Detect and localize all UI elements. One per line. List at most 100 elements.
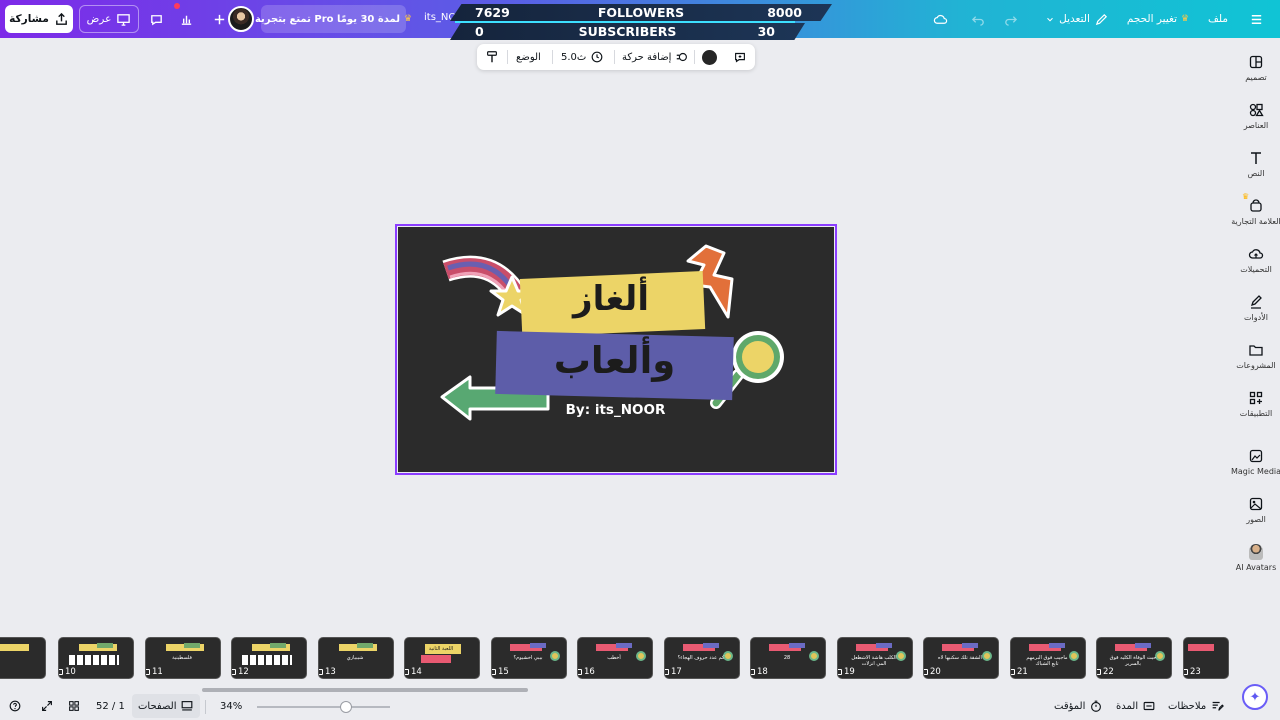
sidebar-item-label: العناصر (1243, 121, 1269, 130)
page-number: 21 (1017, 667, 1028, 677)
slide-title-line1[interactable]: ألغاز (521, 279, 701, 319)
expand-icon (42, 701, 52, 711)
timer-button[interactable]: المؤقت (1054, 694, 1103, 718)
followers-overlay: 7629 FOLLOWERS 8000 0 SUBSCRIBERS 30 (450, 4, 832, 42)
zoom-value[interactable]: 34% (220, 694, 242, 718)
pages-toggle-button[interactable]: الصفحات (132, 694, 201, 718)
design-icon (1249, 55, 1263, 69)
sidebar-item-photos[interactable]: الصور (1232, 490, 1280, 534)
sidebar-item-elements[interactable]: العناصر (1232, 96, 1280, 140)
zoom-slider-handle[interactable] (340, 701, 352, 713)
page-caption: ماجيب فوق البرمهم تابع الشباك (1026, 655, 1068, 667)
followers-goal: 8000 (767, 5, 802, 20)
edit-mode-button[interactable]: التعديل (1040, 5, 1114, 33)
avatar[interactable] (228, 6, 254, 32)
comment-button[interactable] (144, 5, 168, 33)
grid-view-button[interactable] (67, 694, 81, 718)
grid-icon (69, 701, 79, 711)
present-label: عرض (86, 13, 112, 25)
sidebar-item-label: المشروعات (1236, 361, 1276, 370)
redo-button[interactable] (998, 5, 1022, 33)
page-thumbnail[interactable]: حيث الوفاة الكليه قوق بالسرير 22 (1096, 637, 1172, 679)
zoom-slider-track[interactable] (257, 706, 390, 708)
crown-icon: ♛ (1181, 14, 1190, 24)
page-number: 16 (584, 667, 595, 677)
page-thumbnail[interactable]: الكلب هاشة الاشطعل المي انزلات 19 (837, 637, 913, 679)
sidebar-item-projects[interactable]: المشروعات (1232, 336, 1280, 380)
horizontal-scrollbar[interactable] (202, 688, 528, 692)
undo-button[interactable] (966, 5, 990, 33)
subscribers-goal: 30 (757, 24, 775, 39)
file-menu-label: ملف (1208, 13, 1228, 25)
page-thumbnail[interactable]: الشقة تلك سكنيها لاه 20 (923, 637, 999, 679)
chevron-down-icon (1047, 17, 1053, 21)
divider (614, 50, 615, 64)
page-thumbnail[interactable]: ماجيب فوق البرمهم تابع الشباك 21 (1010, 637, 1086, 679)
page-thumbnail[interactable]: أخطب 16 (577, 637, 653, 679)
magic-media-icon (1249, 449, 1263, 463)
slide-canvas[interactable]: ألغاز وألعاب By: its_NOOR (398, 227, 834, 472)
redo-icon (1004, 15, 1017, 26)
duration-button[interactable]: المدة (1116, 694, 1156, 718)
page-thumbnail[interactable]: فلسطينية 11 (145, 637, 221, 679)
pro-trial-button[interactable]: تمتع بتجربة Pro لمدة 30 يومًا ♛ (255, 5, 412, 33)
page-thumbnail[interactable]: 23 (1183, 637, 1229, 679)
sidebar-item-label: الأدوات (1244, 313, 1268, 322)
sidebar-item-design[interactable]: تصميم (1232, 48, 1280, 92)
divider (552, 50, 553, 64)
page-thumbnail[interactable]: 12 (231, 637, 307, 679)
duration-button[interactable]: 5.0ث (561, 44, 604, 70)
page-caption: فلسطينية (172, 655, 192, 661)
notes-label: ملاحظات (1168, 700, 1207, 712)
insights-button[interactable] (174, 3, 198, 33)
notes-button[interactable]: ملاحظات (1168, 694, 1225, 718)
cloud-save-button[interactable] (926, 5, 954, 33)
animate-button[interactable]: إضافة حركة (622, 44, 689, 70)
main-menu-button[interactable] (1244, 5, 1268, 33)
sidebar-item-magic-media[interactable]: Magic Media (1231, 442, 1280, 486)
plus-icon (214, 14, 224, 24)
sidebar-item-label: تصميم (1245, 73, 1267, 82)
page-thumbnail[interactable] (0, 637, 46, 679)
undo-icon (971, 15, 984, 26)
text-icon (1251, 152, 1261, 164)
sidebar-item-draw[interactable]: الأدوات (1232, 288, 1280, 332)
copy-style-button[interactable] (485, 44, 499, 70)
page-thumbnail[interactable]: شيبيازي 13 (318, 637, 394, 679)
sidebar-item-text[interactable]: النص (1232, 144, 1280, 188)
page-caption: كم عدد حروف الهجاء؟ (677, 655, 725, 661)
brand-icon (1250, 199, 1262, 212)
apps-icon (1249, 391, 1263, 405)
slide-byline[interactable]: By: its_NOOR (538, 402, 693, 418)
color-button[interactable] (702, 44, 717, 70)
draw-icon (1250, 295, 1262, 309)
page-thumbnail[interactable]: كم عدد حروف الهجاء؟ 17 (664, 637, 740, 679)
page-thumbnail[interactable]: بيبي اخشيوم؟ 15 (491, 637, 567, 679)
position-button[interactable]: الوضع (516, 44, 541, 70)
projects-icon (1249, 345, 1263, 356)
fullscreen-button[interactable] (40, 694, 54, 718)
cloud-icon (933, 14, 947, 24)
help-button[interactable] (8, 694, 22, 718)
share-button[interactable]: مشاركة (5, 5, 73, 33)
sidebar-item-uploads[interactable]: التحميلات (1232, 240, 1280, 284)
notification-dot (174, 3, 180, 9)
sidebar-item-label: النص (1247, 169, 1265, 178)
page-thumbnail[interactable]: 28 18 (750, 637, 826, 679)
sidebar-item-ai-avatars[interactable]: AI Avatars (1232, 538, 1280, 582)
duration-label: المدة (1116, 700, 1139, 712)
magic-assistant-button[interactable]: ✦ (1242, 684, 1268, 710)
comment-add-icon (735, 52, 745, 63)
sidebar-item-brand[interactable]: ♛ العلامة التجارية (1231, 192, 1280, 236)
resize-button[interactable]: تغيير الحجم ♛ (1122, 5, 1194, 33)
slide-title-line2[interactable]: وألعاب (496, 339, 733, 382)
page-thumbnail[interactable]: 10 (58, 637, 134, 679)
duration-icon (1143, 701, 1155, 711)
sidebar-item-apps[interactable]: التطبيقات (1232, 384, 1280, 428)
add-collaborator-button[interactable] (209, 5, 229, 33)
page-caption: 28 (783, 655, 791, 661)
page-thumbnail[interactable]: اللعبة الثانية 14 (404, 637, 480, 679)
file-menu-button[interactable]: ملف (1202, 5, 1234, 33)
present-button[interactable]: عرض (79, 5, 139, 33)
more-options-button[interactable] (733, 44, 747, 70)
